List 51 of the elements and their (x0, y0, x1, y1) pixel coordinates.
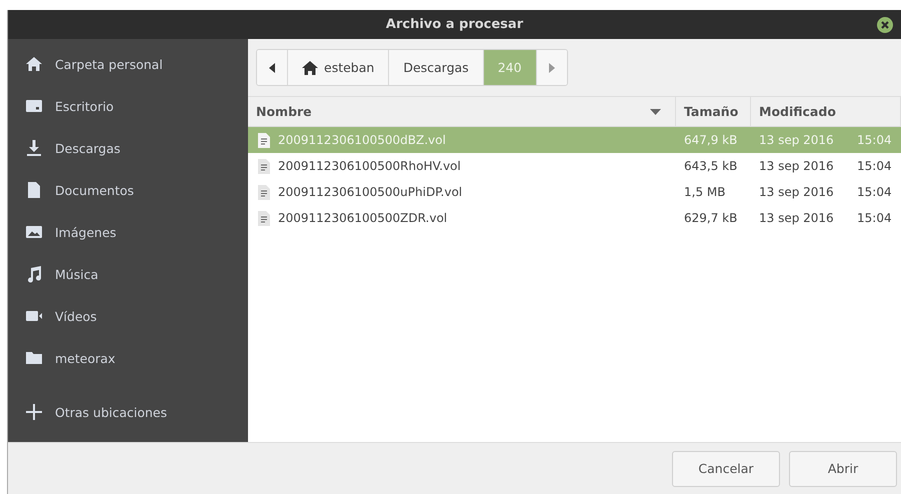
sidebar-item[interactable]: Carpeta personal (8, 43, 248, 85)
close-icon[interactable] (877, 17, 893, 33)
home-icon (25, 55, 43, 73)
file-name: 2009112306100500ZDR.vol (278, 211, 448, 225)
cancel-button[interactable]: Cancelar (672, 450, 780, 486)
sidebar-item[interactable]: Otras ubicaciones (8, 391, 248, 433)
file-name: 2009112306100500dBZ.vol (278, 133, 446, 147)
modified-time: 15:04 (856, 133, 893, 147)
sidebar-item[interactable]: Imágenes (8, 211, 248, 253)
modified-date: 13 sep 2016 (758, 211, 835, 225)
text-file-icon (258, 158, 270, 174)
sort-down-icon (650, 108, 661, 114)
file-name: 2009112306100500RhoHV.vol (278, 159, 461, 173)
open-button[interactable]: Abrir (789, 450, 897, 486)
window-title: Archivo a procesar (386, 17, 524, 32)
sidebar-item[interactable]: Música (8, 253, 248, 295)
plus-icon (25, 403, 43, 421)
modified-time: 15:04 (856, 159, 893, 173)
modified-time: 15:04 (856, 185, 893, 199)
file-row[interactable]: 2009112306100500ZDR.vol 629,7 kB 13 sep 2016 15:04 (248, 205, 901, 231)
document-icon (25, 181, 43, 199)
modified-date: 13 sep 2016 (758, 133, 835, 147)
folder-icon (25, 349, 43, 367)
sidebar-item[interactable]: Vídeos (8, 295, 248, 337)
back-button[interactable] (257, 50, 288, 85)
modified-date: 13 sep 2016 (758, 159, 835, 173)
file-size: 1,5 MB (683, 185, 726, 199)
column-header[interactable]: Modificado (751, 97, 901, 126)
text-file-icon (258, 184, 270, 200)
text-file-icon (258, 132, 270, 148)
column-header[interactable]: Tamaño (676, 97, 751, 126)
file-size: 643,5 kB (683, 159, 738, 173)
file-size: 647,9 kB (683, 133, 738, 147)
text-file-icon (258, 210, 270, 226)
file-row[interactable]: 2009112306100500uPhiDP.vol 1,5 MB 13 sep 2016 15:04 (248, 179, 901, 205)
file-row[interactable]: 2009112306100500RhoHV.vol 643,5 kB 13 sep 2016 15:04 (248, 153, 901, 179)
modified-date: 13 sep 2016 (758, 185, 835, 199)
file-name: 2009112306100500uPhiDP.vol (278, 185, 462, 199)
column-header[interactable]: Nombre (248, 97, 676, 126)
left-arrow-icon (269, 62, 275, 72)
sidebar-item[interactable]: Escritorio (8, 85, 248, 127)
modified-time: 15:04 (856, 211, 893, 225)
right-arrow-icon (548, 62, 555, 72)
download-icon (25, 139, 43, 157)
music-note-icon (25, 265, 43, 283)
sidebar-item[interactable]: Descargas (8, 127, 248, 169)
image-icon (25, 223, 43, 241)
sidebar-item[interactable]: meteorax (8, 337, 248, 379)
file-size: 629,7 kB (683, 211, 738, 225)
desktop-icon (25, 97, 43, 115)
sidebar-item[interactable]: Documentos (8, 169, 248, 211)
